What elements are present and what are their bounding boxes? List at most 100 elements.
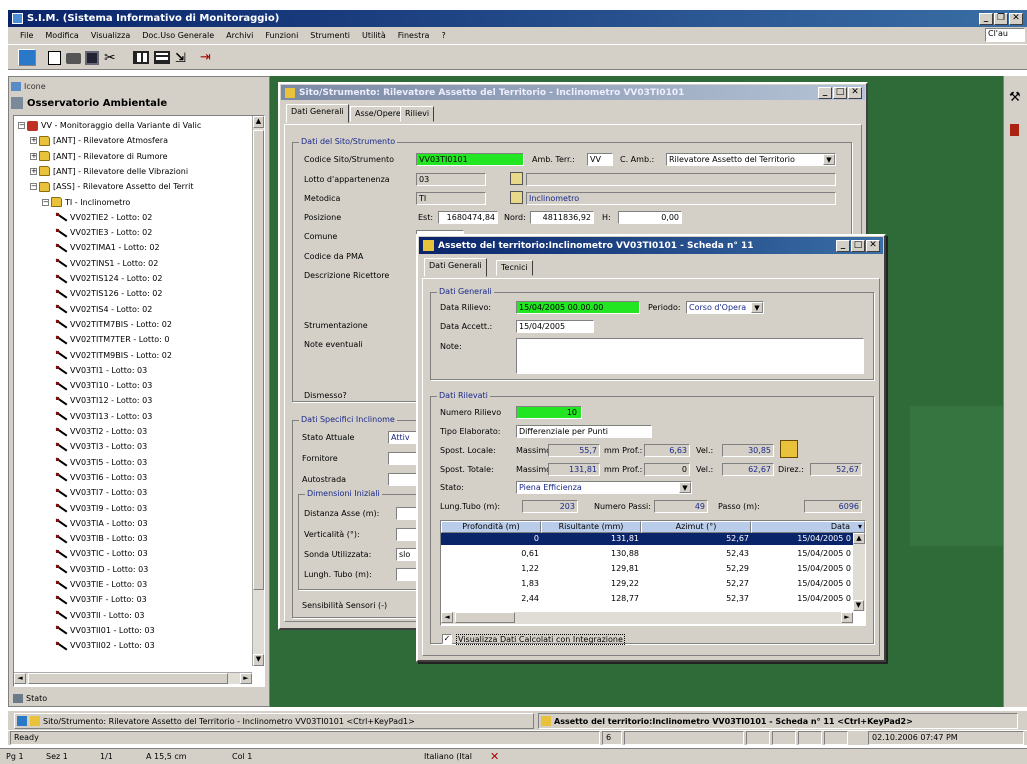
c-amb-select[interactable]: Rilevatore Assetto del Territorio ▼ <box>666 153 836 166</box>
menu-utilita[interactable]: Utilità <box>362 31 386 40</box>
tree-item[interactable]: VV02TITM7TER - Lotto: 0 <box>54 332 169 347</box>
table-row[interactable]: 2,44 128,77 52,37 15/04/2005 0 <box>441 593 853 605</box>
note-textarea[interactable] <box>516 338 864 374</box>
tree-item[interactable]: VV02TITM9BIS - Lotto: 02 <box>54 348 172 363</box>
tree-item[interactable]: VV03TI3 - Lotto: 03 <box>54 439 147 454</box>
collapse-icon[interactable]: − <box>42 198 49 206</box>
tipo-elaborato-field[interactable]: Differenziale per Punti <box>516 425 652 438</box>
grid-hscroll[interactable]: ◄ ► <box>441 612 853 624</box>
lotto-lookup-icon[interactable] <box>510 172 523 185</box>
tree-item[interactable]: VV03TII - Lotto: 03 <box>54 608 145 623</box>
grid-header-risultante[interactable]: Risultante (mm) <box>541 521 641 533</box>
tree-item[interactable]: VV02TIMA1 - Lotto: 02 <box>54 240 160 255</box>
minimize-button[interactable]: _ <box>979 12 993 25</box>
tree-category[interactable]: − [ASS] - Rilevatore Assetto del Territ <box>30 179 193 194</box>
grid-header-profondita[interactable]: Profondità (m) <box>441 521 541 533</box>
grid-scroll-up[interactable]: ▲ <box>853 533 865 544</box>
tree-item[interactable]: VV02TIS124 - Lotto: 02 <box>54 271 163 286</box>
tab-asse-opere[interactable]: Asse/Opere <box>350 106 406 122</box>
tree-item[interactable]: VV03TI10 - Lotto: 03 <box>54 378 152 393</box>
tree-vscroll[interactable]: ▲ ▼ <box>252 116 264 666</box>
metodica-field[interactable]: TI <box>416 192 486 205</box>
stato-dropdown-arrow[interactable]: ▼ <box>679 482 691 493</box>
tree-category[interactable]: + [ANT] - Rilevatore delle Vibrazioni <box>30 164 188 179</box>
tree-item[interactable]: VV03TII01 - Lotto: 03 <box>54 623 155 638</box>
tools-icon[interactable]: ⚒ <box>1009 90 1021 105</box>
menu-file[interactable]: File <box>20 31 33 40</box>
chart-icon[interactable] <box>780 440 798 458</box>
grid-header-azimut[interactable]: Azimut (°) <box>641 521 751 533</box>
tab-dati-generali[interactable]: Dati Generali <box>286 104 349 123</box>
numero-passi-field[interactable]: 49 <box>654 500 708 513</box>
scroll-thumb[interactable] <box>253 130 264 590</box>
menu-help[interactable]: ? <box>441 31 445 40</box>
tab-record-dati-generali[interactable]: Dati Generali <box>424 258 487 277</box>
menu-visualizza[interactable]: Visualizza <box>91 31 130 40</box>
metodica-desc-field[interactable]: Inclinometro <box>526 192 836 205</box>
spellcheck-icon[interactable]: ✕ <box>490 750 499 763</box>
grid-hscroll-thumb[interactable] <box>455 612 515 623</box>
lotto-field[interactable]: 03 <box>416 173 486 186</box>
tree-hscroll[interactable]: ◄ ► <box>14 672 252 684</box>
h-field[interactable]: 0,00 <box>618 211 682 224</box>
tree-item[interactable]: VV02TINS1 - Lotto: 02 <box>54 256 158 271</box>
tree-item[interactable]: VV02TIS4 - Lotto: 02 <box>54 302 152 317</box>
expand-icon[interactable]: + <box>30 137 37 145</box>
tree-category[interactable]: + [ANT] - Rilevatore Atmosfera <box>30 133 168 148</box>
spost-locale-prof-field[interactable]: 6,63 <box>644 444 690 457</box>
spost-locale-max-field[interactable]: 55,7 <box>548 444 600 457</box>
grid-scroll-right[interactable]: ► <box>841 612 853 623</box>
integration-checkbox-row[interactable]: ✓ Visualizza Dati Calcolati con Integraz… <box>442 632 625 646</box>
tree-item[interactable]: VV03TI7 - Lotto: 03 <box>54 485 147 500</box>
grid-vscroll[interactable]: ▲ ▼ <box>853 533 865 611</box>
tree-item[interactable]: VV03TI1 - Lotto: 03 <box>54 363 147 378</box>
door-icon[interactable] <box>1010 124 1019 136</box>
table-row[interactable]: 1,22 129,81 52,29 15/04/2005 0 <box>441 563 853 575</box>
menu-archivi[interactable]: Archivi <box>226 31 253 40</box>
expand-icon[interactable]: + <box>30 152 37 160</box>
tree-item[interactable]: VV03TI5 - Lotto: 03 <box>54 455 147 470</box>
tree-item[interactable]: VV03TI12 - Lotto: 03 <box>54 393 152 408</box>
grid-header-data[interactable]: Data ▾ <box>751 521 865 533</box>
form-icon[interactable] <box>154 51 170 64</box>
periodo-dropdown-arrow[interactable]: ▼ <box>751 302 763 313</box>
stato-attuale-field[interactable]: Attiv <box>388 431 418 444</box>
app-launch-icon[interactable] <box>18 49 36 66</box>
scroll-down-arrow[interactable]: ▼ <box>253 654 264 666</box>
sonda-field[interactable]: slo <box>396 548 418 561</box>
table-row[interactable]: 0,61 130,88 52,43 15/04/2005 0 <box>441 548 853 560</box>
tree-item[interactable]: VV03TIC - Lotto: 03 <box>54 546 148 561</box>
tree-subcategory[interactable]: − TI - Inclinometro <box>42 195 130 210</box>
tree-item[interactable]: VV03TI13 - Lotto: 03 <box>54 409 152 424</box>
table-row[interactable]: 0 131,81 52,67 15/04/2005 0 <box>441 533 853 545</box>
stato-select[interactable]: Piena Efficienza ▼ <box>516 481 692 494</box>
verticalita-field[interactable] <box>396 528 418 541</box>
integration-checkbox[interactable]: ✓ <box>442 634 452 644</box>
tree-item[interactable]: VV02TITM7BIS - Lotto: 02 <box>54 317 172 332</box>
tree-item[interactable]: VV03TI6 - Lotto: 03 <box>54 470 147 485</box>
codice-field[interactable]: VV03TI0101 <box>416 153 524 166</box>
restore-button[interactable]: ❐ <box>994 12 1008 25</box>
grid-scroll-left[interactable]: ◄ <box>441 612 453 623</box>
collapse-icon[interactable]: − <box>30 183 37 191</box>
spost-totale-prof-field[interactable]: 0 <box>644 463 690 476</box>
taskbar-item-record[interactable]: Assetto del territorio:Inclinometro VV03… <box>538 713 1018 729</box>
periodo-select[interactable]: Corso d'Opera ▼ <box>686 301 764 314</box>
menu-funzioni[interactable]: Funzioni <box>265 31 298 40</box>
data-rilievo-field[interactable]: 15/04/2005 00.00.00 <box>516 301 640 314</box>
tree-item[interactable]: VV03TID - Lotto: 03 <box>54 562 148 577</box>
menu-doc-uso-generale[interactable]: Doc.Uso Generale <box>142 31 214 40</box>
menu-finestra[interactable]: Finestra <box>398 31 430 40</box>
tab-rilievi[interactable]: Rilievi <box>400 106 435 122</box>
spost-locale-vel-field[interactable]: 30,85 <box>722 444 774 457</box>
tree-item[interactable]: VV03TIA - Lotto: 03 <box>54 516 148 531</box>
preview-icon[interactable] <box>48 51 61 65</box>
c-amb-dropdown-arrow[interactable]: ▼ <box>823 154 835 165</box>
site-close-button[interactable]: ✕ <box>848 86 862 99</box>
metodica-lookup-icon[interactable] <box>510 191 523 204</box>
site-minimize-button[interactable]: _ <box>818 86 832 99</box>
tree-item[interactable]: VV03TI2 - Lotto: 03 <box>54 424 147 439</box>
nord-field[interactable]: 4811836,92 <box>530 211 594 224</box>
lung-tubo-field[interactable]: 203 <box>522 500 578 513</box>
scroll-right-arrow[interactable]: ► <box>240 673 252 684</box>
